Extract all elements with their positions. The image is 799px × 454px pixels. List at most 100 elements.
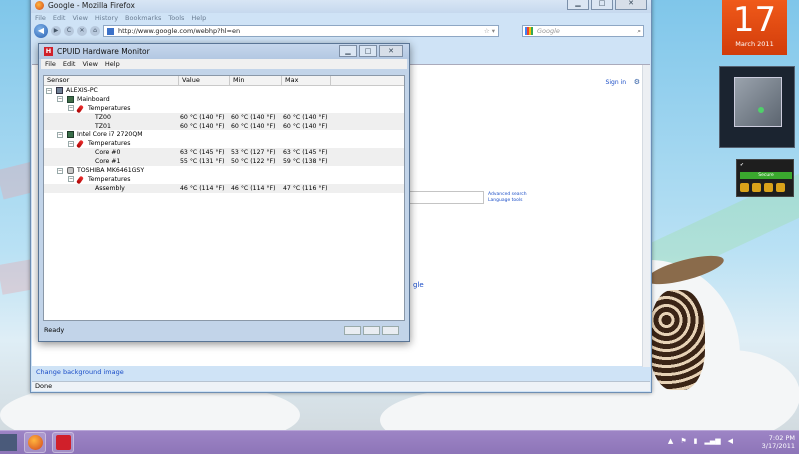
maximize-button[interactable]: □ (591, 0, 613, 10)
hw-menu-file[interactable]: File (45, 59, 56, 69)
tree-node[interactable]: − Temperatures (44, 104, 404, 114)
norton-gadget[interactable]: ✔ Secure (736, 159, 794, 197)
navigation-toolbar: ◀ ▶ C ✕ ⌂ http://www.google.com/webhp?hl… (31, 23, 651, 39)
column-value[interactable]: Value (179, 76, 230, 85)
flag-icon[interactable]: ⚑ (680, 437, 686, 445)
sensor-name: TZ00 (95, 113, 111, 121)
sensor-row[interactable]: Assembly 46 °C (114 °F) 46 °C (114 °F) 47 °… (44, 183, 404, 193)
show-hidden-icons-icon[interactable]: ▲ (668, 437, 673, 445)
collapse-toggle-icon[interactable]: − (57, 167, 63, 174)
language-tools-link[interactable]: Language tools (488, 198, 527, 204)
hw-menu-help[interactable]: Help (105, 59, 120, 69)
stop-icon[interactable]: ✕ (77, 26, 87, 36)
sensor-name: Assembly (95, 184, 125, 192)
sensor-max: 59 °C (138 °F) (283, 158, 328, 166)
calendar-day: 17 (732, 0, 777, 40)
tree-node[interactable]: − ALEXIS-PC (44, 86, 404, 95)
calendar-gadget[interactable]: 17 March 2011 (722, 0, 787, 55)
sensor-max (282, 104, 342, 113)
sign-in-link[interactable]: Sign in (606, 79, 626, 86)
hwmonitor-window: H CPUID Hardware Monitor ▁ □ ✕ File Edit… (38, 43, 410, 342)
advanced-search-link[interactable]: Advanced search (488, 192, 527, 198)
tree-node[interactable]: − Intel Core i7 2720QM (44, 130, 404, 139)
collapse-toggle-icon[interactable]: − (57, 96, 63, 103)
menu-help[interactable]: Help (191, 13, 206, 23)
norton-tool-icon[interactable] (776, 183, 785, 192)
hw-menu-edit[interactable]: Edit (63, 59, 76, 69)
clock-time: 7:02 PM (768, 434, 795, 442)
google-logo-text: gle (413, 281, 424, 289)
status-pane (382, 326, 399, 335)
collapse-toggle-icon[interactable]: − (46, 87, 52, 94)
url-bar[interactable]: http://www.google.com/webhp?hl=en ☆ ▾ (103, 25, 499, 37)
gear-icon[interactable]: ⚙ (634, 78, 640, 86)
sensor-min: 60 °C (140 °F) (231, 113, 276, 121)
taskbar-firefox[interactable] (24, 432, 46, 453)
collapse-toggle-icon[interactable]: − (68, 176, 74, 183)
clock[interactable]: 7:02 PM 3/17/2011 (762, 434, 795, 450)
menu-file[interactable]: File (35, 13, 46, 23)
tree-node[interactable]: − Temperatures (44, 175, 404, 185)
collapse-toggle-icon[interactable]: − (68, 105, 74, 112)
search-icon[interactable]: ⌕ (637, 26, 641, 36)
search-placeholder: Google (537, 27, 560, 35)
hw-maximize-button[interactable]: □ (359, 45, 377, 57)
taskbar-hwmonitor[interactable] (52, 432, 74, 453)
column-sensor[interactable]: Sensor (44, 76, 179, 85)
start-button[interactable] (0, 434, 17, 451)
hw-minimize-button[interactable]: ▁ (339, 45, 357, 57)
vertical-scrollbar[interactable] (642, 65, 650, 367)
collapse-toggle-icon[interactable]: − (68, 140, 74, 147)
hw-close-button[interactable]: ✕ (379, 45, 403, 57)
sensor-row[interactable]: Core #1 55 °C (131 °F) 50 °C (122 °F) 59 °C… (44, 157, 404, 167)
minimize-button[interactable]: ▁ (567, 0, 589, 10)
hw-menu-view[interactable]: View (82, 59, 97, 69)
norton-tool-icon[interactable] (740, 183, 749, 192)
sensor-value: 60 °C (140 °F) (180, 113, 225, 121)
norton-icons (740, 183, 785, 192)
menu-view[interactable]: View (72, 13, 87, 23)
search-links: Advanced search Language tools (488, 192, 527, 203)
bookmark-star-icon[interactable]: ☆ ▾ (484, 26, 495, 36)
home-icon[interactable]: ⌂ (90, 26, 100, 36)
sensor-row[interactable]: TZ01 60 °C (140 °F) 60 °C (140 °F) 60 °C (1… (44, 121, 404, 131)
hw-status-text: Ready (44, 326, 65, 334)
menu-tools[interactable]: Tools (168, 13, 184, 23)
reload-icon[interactable]: C (64, 26, 74, 36)
sensor-max (282, 86, 342, 95)
sensor-min (230, 95, 282, 104)
tree-node[interactable]: − Temperatures (44, 139, 404, 149)
forward-arrow-icon[interactable]: ▶ (51, 26, 61, 36)
sensor-row[interactable]: TZ00 60 °C (140 °F) 60 °C (140 °F) 60 °C (1… (44, 112, 404, 122)
norton-tool-icon[interactable] (764, 183, 773, 192)
clock-date: 3/17/2011 (761, 442, 795, 450)
hwmonitor-title: CPUID Hardware Monitor (57, 47, 150, 56)
sensor-row[interactable]: Core #0 63 °C (145 °F) 53 °C (127 °F) 63 °C… (44, 148, 404, 158)
search-box[interactable]: Google ⌕ (522, 25, 644, 37)
sensor-max (282, 130, 342, 139)
norton-tool-icon[interactable] (752, 183, 761, 192)
sensor-tree: Sensor Value Min Max − ALEXIS-PC − Mainboar… (43, 75, 405, 321)
menu-bookmarks[interactable]: Bookmarks (125, 13, 161, 23)
sensor-max: 60 °C (140 °F) (283, 122, 328, 130)
sensor-min (230, 130, 282, 139)
collapse-toggle-icon[interactable]: − (57, 131, 63, 138)
back-arrow-icon[interactable]: ◀ (34, 24, 48, 38)
menu-history[interactable]: History (95, 13, 118, 23)
sensor-min (230, 166, 282, 175)
column-header: Sensor Value Min Max (44, 76, 404, 86)
network-icon[interactable]: ▂▄▆ (704, 437, 720, 445)
power-icon[interactable]: ▮ (694, 437, 698, 445)
change-background-link[interactable]: Change background image (36, 368, 124, 376)
menu-edit[interactable]: Edit (53, 13, 66, 23)
computer-gadget[interactable] (719, 66, 795, 148)
tree-node[interactable]: − Mainboard (44, 95, 404, 104)
tree-node[interactable]: − TOSHIBA MK6461GSY (44, 166, 404, 175)
hwmonitor-titlebar[interactable]: H CPUID Hardware Monitor ▁ □ ✕ (39, 44, 409, 59)
column-max[interactable]: Max (282, 76, 331, 85)
volume-icon[interactable]: ◀ (728, 437, 733, 445)
firefox-titlebar[interactable]: Google - Mozilla Firefox ▁ □ ✕ (31, 0, 651, 13)
column-min[interactable]: Min (230, 76, 282, 85)
mainboard-icon (67, 95, 74, 103)
close-button[interactable]: ✕ (615, 0, 647, 10)
